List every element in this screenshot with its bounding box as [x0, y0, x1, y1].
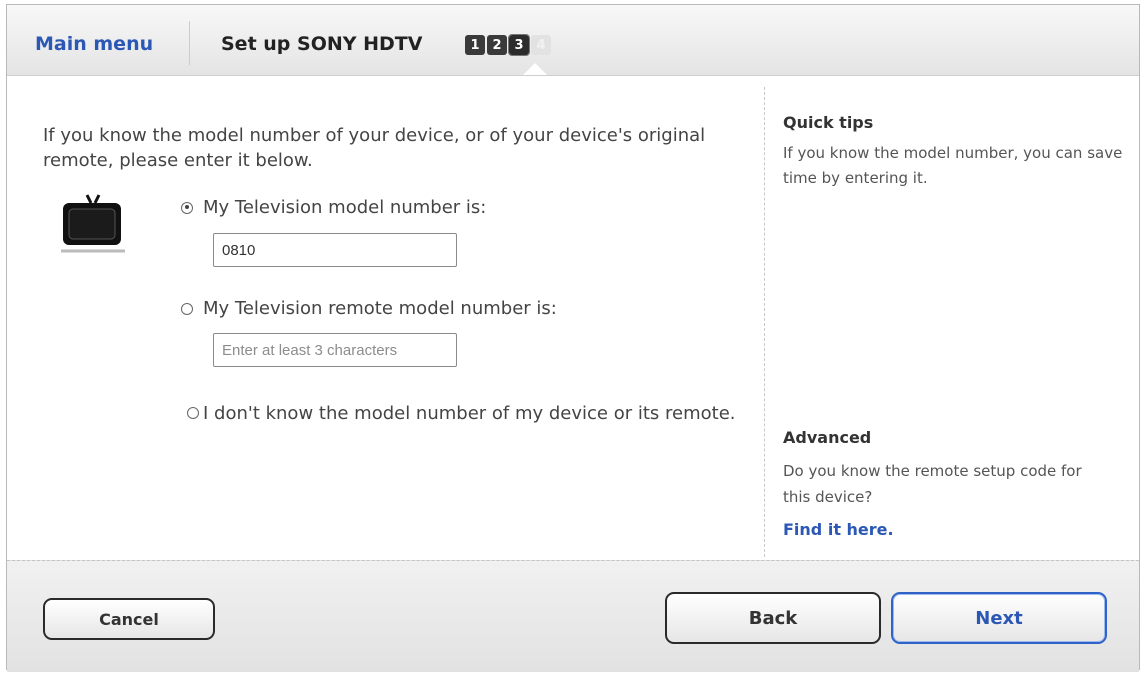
advanced-text: Do you know the remote setup code for th…	[783, 462, 1082, 506]
page-title: Set up SONY HDTV	[221, 33, 423, 55]
tv-model-label: My Television model number is:	[203, 197, 487, 218]
next-button[interactable]: Next	[891, 592, 1107, 644]
cancel-button[interactable]: Cancel	[43, 598, 215, 640]
header-divider	[189, 21, 190, 65]
step-1: 1	[465, 35, 485, 55]
back-button[interactable]: Back	[665, 592, 881, 644]
dialog-header: Main menu Set up SONY HDTV 1 2 3 4	[7, 5, 1139, 76]
quick-tips-title: Quick tips	[783, 113, 874, 132]
step-4: 4	[531, 35, 551, 55]
step-2: 2	[487, 35, 507, 55]
setup-dialog: Main menu Set up SONY HDTV 1 2 3 4 If yo…	[6, 4, 1140, 672]
find-it-here-link[interactable]: Find it here.	[783, 520, 894, 539]
option-tv-model[interactable]: My Television model number is:	[181, 197, 486, 218]
option-remote-model[interactable]: My Television remote model number is:	[181, 298, 557, 319]
intro-text: If you know the model number of your dev…	[43, 125, 706, 171]
step-3-current: 3	[508, 34, 530, 56]
main-menu-link[interactable]: Main menu	[35, 33, 153, 55]
tv-model-radio[interactable]	[181, 201, 193, 214]
column-divider	[764, 87, 765, 557]
remote-model-input[interactable]	[213, 333, 457, 367]
quick-tips-text: If you know the model number, you can sa…	[783, 144, 1123, 187]
dialog-footer: Cancel Back Next	[7, 560, 1139, 672]
step-pointer	[523, 63, 547, 75]
step-indicator: 1 2 3 4	[465, 34, 551, 56]
tv-model-input[interactable]	[213, 233, 457, 267]
unknown-model-label: I don't know the model number of my devi…	[203, 403, 736, 424]
remote-model-label: My Television remote model number is:	[203, 298, 557, 319]
advanced-title: Advanced	[783, 428, 872, 447]
remote-model-radio[interactable]	[181, 302, 193, 315]
option-unknown-model[interactable]: I don't know the model number of my devi…	[181, 399, 741, 428]
unknown-model-radio[interactable]	[187, 407, 199, 419]
television-icon	[57, 193, 129, 255]
